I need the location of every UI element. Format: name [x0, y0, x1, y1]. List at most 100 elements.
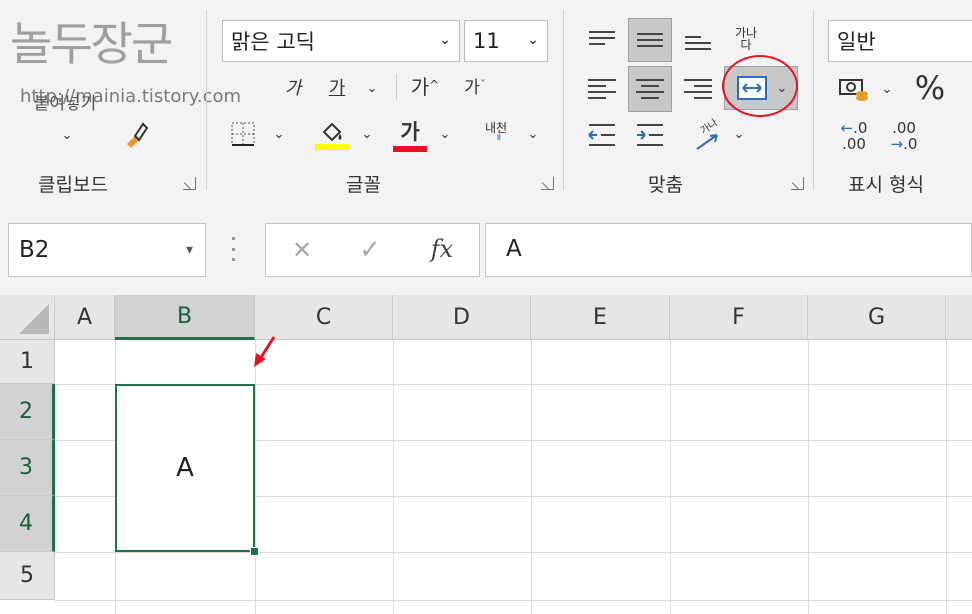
phonetic-lines-icon: ᅵᅵ: [490, 133, 502, 147]
number-format-combo[interactable]: 일반: [828, 20, 972, 62]
paste-button[interactable]: 붙여넣기: [20, 90, 110, 114]
borders-icon: [231, 122, 255, 146]
grow-font-glyph: 가: [410, 74, 430, 99]
decrease-indent-button[interactable]: [582, 118, 622, 152]
formula-buttons: ✕ ✓ fx: [265, 223, 480, 277]
name-box[interactable]: B2 ▾: [8, 223, 206, 277]
fill-color-button[interactable]: [312, 116, 352, 154]
gridline: [531, 340, 532, 614]
excel-window: 놀두장군 http://mainia.tistory.com 붙여넣기 ⌄ 클립…: [0, 0, 972, 614]
align-top-icon: [589, 31, 615, 45]
alignment-group-label: 맞춤: [648, 174, 683, 196]
gridline: [255, 340, 256, 614]
column-header-a[interactable]: A: [55, 295, 115, 340]
decrease-font-button[interactable]: 가ˇ: [455, 70, 495, 100]
ribbon: 놀두장군 http://mainia.tistory.com 붙여넣기 ⌄ 클립…: [0, 0, 972, 205]
increase-decimal-bottom: .00: [842, 135, 866, 153]
increase-indent-button[interactable]: [630, 118, 670, 152]
column-header-f[interactable]: F: [670, 295, 808, 340]
increase-font-button[interactable]: 가 ^: [405, 70, 445, 100]
row-header-5[interactable]: 5: [0, 552, 55, 600]
group-divider: [206, 10, 207, 190]
watermark-logo: 놀두장군: [10, 17, 173, 71]
row-header-4[interactable]: 4: [0, 496, 55, 552]
font-color-dropdown[interactable]: ⌄: [434, 122, 456, 146]
group-divider: [563, 10, 564, 190]
accounting-dropdown[interactable]: ⌄: [877, 78, 897, 100]
row-header-2[interactable]: 2: [0, 384, 55, 440]
align-center-icon: [636, 79, 664, 99]
decrease-decimal-bottom-text: .0: [903, 135, 918, 153]
clipboard-launcher-icon[interactable]: [183, 177, 196, 190]
borders-button[interactable]: [226, 118, 260, 150]
font-size-combo[interactable]: 11 ⌄: [464, 20, 548, 62]
orientation-button[interactable]: 가나: [690, 114, 726, 154]
wrap-glyph-2: 다: [740, 38, 752, 52]
bottom-align-button[interactable]: [678, 26, 718, 60]
gridline: [670, 340, 671, 614]
red-arrow-annotation: [254, 336, 276, 367]
font-name-combo[interactable]: 맑은 고딕 ⌄: [222, 20, 460, 62]
align-left-button[interactable]: [582, 68, 622, 110]
phonetic-button[interactable]: 내천 ᅵᅵ: [475, 118, 517, 150]
fill-color-dropdown[interactable]: ⌄: [356, 122, 378, 146]
increase-decimal-top: ←.0: [841, 120, 868, 136]
increase-decimal-button[interactable]: ←.0 .00: [832, 116, 876, 156]
currency-icon: [839, 79, 868, 101]
underline-button[interactable]: 가: [322, 72, 352, 102]
select-all-button[interactable]: [0, 295, 55, 340]
column-header-overflow[interactable]: [946, 295, 972, 340]
wrap-text-button[interactable]: 가나 다: [726, 18, 766, 60]
align-right-button[interactable]: [678, 68, 718, 110]
accounting-format-button[interactable]: [834, 72, 874, 106]
number-group-label: 표시 형식: [848, 174, 924, 196]
divider: [396, 74, 397, 100]
worksheet-grid: A B C D E F G 1 2 3 4 5 A: [0, 295, 972, 614]
gridline: [946, 340, 947, 614]
highlight-circle: [722, 55, 798, 117]
borders-dropdown[interactable]: ⌄: [268, 122, 290, 146]
font-color-glyph: 가: [400, 120, 420, 144]
column-header-c[interactable]: C: [255, 295, 393, 340]
align-center-button[interactable]: [628, 66, 672, 112]
gridline: [55, 552, 972, 553]
merged-cell-b2-b4[interactable]: A: [115, 384, 255, 552]
decrease-decimal-top: .00: [892, 119, 916, 137]
paste-dropdown[interactable]: ⌄: [52, 124, 82, 146]
middle-align-button[interactable]: [628, 18, 672, 62]
column-header-e[interactable]: E: [531, 295, 670, 340]
insert-function-icon[interactable]: fx: [424, 232, 460, 266]
row-header-1[interactable]: 1: [0, 340, 55, 384]
clipboard-group-label: 클립보드: [38, 174, 108, 196]
shrink-font-glyph: 가: [464, 77, 480, 98]
diagonal-arrow-icon: [696, 133, 718, 150]
fill-handle[interactable]: [250, 547, 259, 556]
font-color-swatch: [393, 146, 427, 152]
font-group-label: 글꼴: [346, 174, 381, 196]
column-header-b[interactable]: B: [115, 295, 255, 340]
column-header-d[interactable]: D: [393, 295, 531, 340]
arrow-right-icon: →: [890, 135, 904, 153]
font-launcher-icon[interactable]: [541, 177, 554, 190]
top-align-button[interactable]: [582, 18, 622, 58]
enter-icon[interactable]: ✓: [354, 234, 386, 266]
formula-input[interactable]: A: [485, 223, 972, 277]
orientation-dropdown[interactable]: ⌄: [728, 122, 750, 146]
row-header-3[interactable]: 3: [0, 440, 55, 496]
align-middle-icon: [637, 33, 663, 47]
decrease-decimal-button[interactable]: .00 →.0: [882, 116, 926, 156]
alignment-launcher-icon[interactable]: [791, 177, 804, 190]
font-color-button[interactable]: 가: [390, 114, 430, 154]
chevron-down-icon: ▾: [185, 242, 193, 258]
italic-button[interactable]: 가: [280, 72, 306, 102]
underline-dropdown[interactable]: ⌄: [360, 76, 384, 100]
font-size-value: 11: [473, 29, 500, 53]
formula-bar-area: B2 ▾ ✕ ✓ fx A: [0, 205, 972, 295]
column-header-g[interactable]: G: [808, 295, 946, 340]
format-painter-button[interactable]: [118, 118, 154, 152]
cancel-icon[interactable]: ✕: [286, 234, 318, 266]
chevron-down-icon: ⌄: [439, 32, 451, 48]
percent-style-button[interactable]: %: [908, 68, 952, 108]
phonetic-dropdown[interactable]: ⌄: [522, 122, 544, 146]
drag-handle-icon[interactable]: [232, 237, 236, 261]
